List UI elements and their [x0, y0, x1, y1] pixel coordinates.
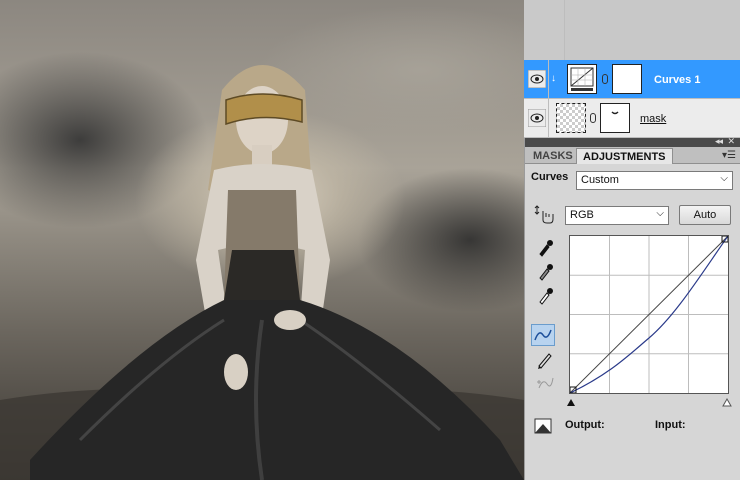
preset-select[interactable]: Custom ⌵ [576, 171, 733, 190]
panel-menu-icon[interactable]: ▾☰ [722, 150, 736, 161]
layers-panel: ↓ Curves 1 mask [524, 60, 740, 138]
chevron-down-icon: ⌵ [656, 208, 664, 219]
layer-row-curves-1[interactable]: ↓ Curves 1 [524, 60, 740, 99]
curves-adjustment-icon[interactable] [567, 64, 597, 94]
curve-plot[interactable] [569, 235, 729, 394]
input-label: Input: [655, 419, 686, 431]
auto-button[interactable]: Auto [679, 205, 731, 225]
clipping-arrow-icon: ↓ [551, 73, 556, 84]
collapse-panel-icon[interactable]: ◂◂ [715, 136, 723, 147]
visibility-eye-icon[interactable] [527, 108, 547, 128]
link-chain-icon[interactable] [590, 113, 596, 123]
layer-row-mask[interactable]: mask [524, 99, 740, 138]
curves-graph[interactable] [569, 235, 729, 394]
white-point-eyedropper-icon[interactable] [533, 284, 557, 306]
tab-adjustments[interactable]: ADJUSTMENTS [576, 148, 673, 164]
tab-masks[interactable]: MASKS [527, 148, 579, 164]
preset-value: Custom [581, 174, 619, 186]
smooth-curve-icon[interactable] [533, 372, 557, 394]
output-label: Output: [565, 419, 605, 431]
input-slider[interactable] [565, 396, 735, 408]
close-icon[interactable]: ✕ [727, 136, 735, 147]
panel-title-bar[interactable]: ◂◂ ✕ [525, 136, 740, 147]
visibility-eye-icon[interactable] [527, 69, 547, 89]
channel-value: RGB [570, 209, 594, 221]
layer-divider [548, 99, 549, 138]
adjustment-type-label: Curves [531, 171, 569, 183]
white-point-slider[interactable] [722, 397, 732, 407]
layer-mask-thumbnail[interactable] [612, 64, 642, 94]
panel-tabs: MASKS ADJUSTMENTS ▾☰ [525, 147, 740, 164]
pencil-draw-icon[interactable] [533, 348, 557, 370]
adjustments-panel: ◂◂ ✕ MASKS ADJUSTMENTS ▾☰ Curves Custom … [524, 136, 740, 480]
layer-mask-thumbnail[interactable] [600, 103, 630, 133]
panel-background-strip [564, 0, 740, 62]
black-point-eyedropper-icon[interactable] [533, 236, 557, 258]
transparent-layer-icon[interactable] [556, 103, 586, 133]
on-image-adjust-icon[interactable] [533, 203, 557, 225]
link-chain-icon[interactable] [602, 74, 608, 84]
black-point-slider[interactable] [567, 399, 575, 406]
channel-select[interactable]: RGB ⌵ [565, 206, 669, 225]
layer-divider [548, 60, 549, 99]
chevron-down-icon: ⌵ [720, 173, 728, 184]
document-canvas[interactable] [0, 0, 524, 480]
curve-edit-points-icon[interactable] [531, 324, 555, 346]
histogram-warning-icon[interactable] [533, 416, 557, 438]
layer-name[interactable]: Curves 1 [654, 74, 700, 86]
artwork-image [0, 65, 524, 480]
gray-point-eyedropper-icon[interactable] [533, 260, 557, 282]
layer-name[interactable]: mask [640, 113, 666, 125]
